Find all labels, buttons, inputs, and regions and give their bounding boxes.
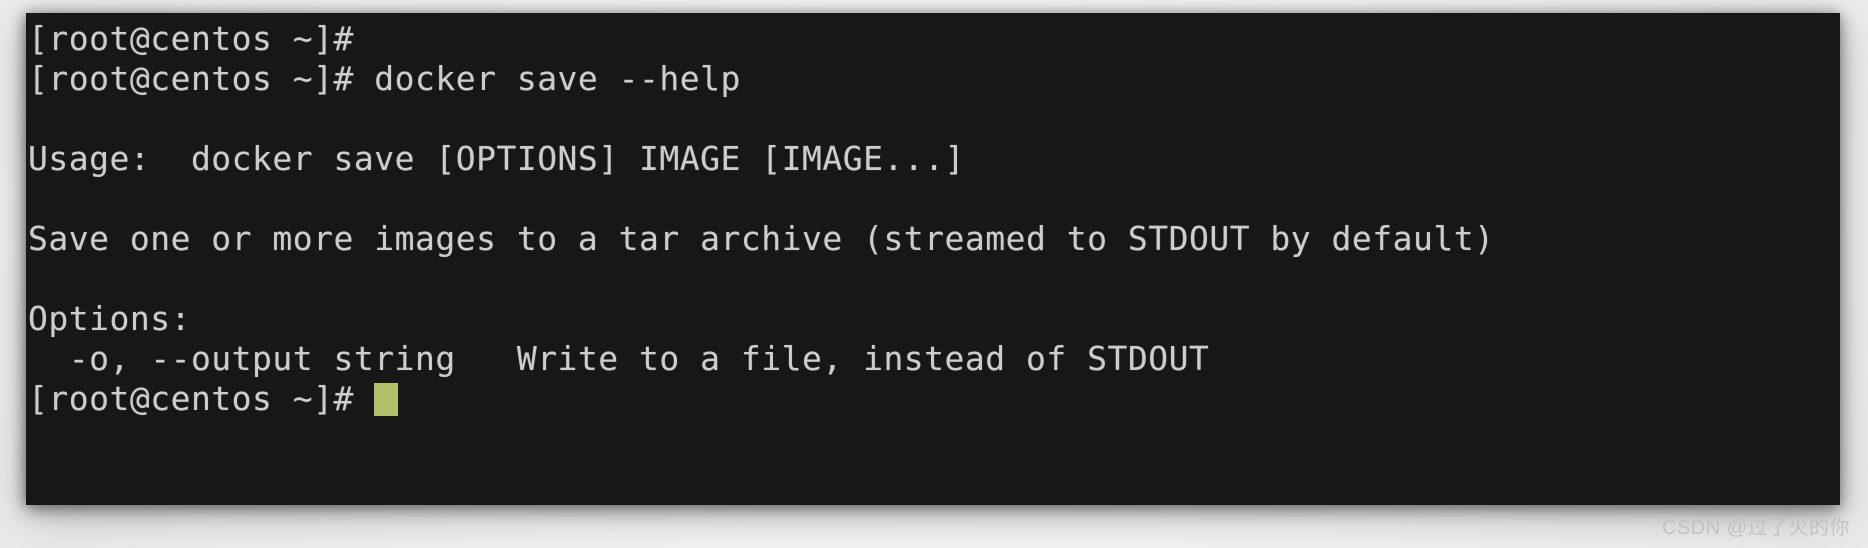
terminal-line: Usage: docker save [OPTIONS] IMAGE [IMAG… (28, 139, 965, 178)
terminal-line: [root@centos ~]# (28, 19, 354, 58)
text-cursor (374, 383, 399, 416)
screenshot-canvas: [root@centos ~]# [root@centos ~]# docker… (0, 0, 1868, 548)
shell-prompt: [root@centos ~]# (28, 379, 375, 418)
terminal-line: Save one or more images to a tar archive… (28, 219, 1495, 258)
terminal-output-area[interactable]: [root@centos ~]# [root@centos ~]# docker… (26, 19, 1840, 505)
terminal-active-prompt-line[interactable]: [root@centos ~]# (26, 379, 1840, 419)
terminal-window[interactable]: [root@centos ~]# [root@centos ~]# docker… (26, 13, 1840, 505)
terminal-line: Options: (28, 299, 191, 338)
watermark-label: CSDN @过了火的你 (1661, 517, 1850, 539)
terminal-line: -o, --output string Write to a file, ins… (28, 339, 1210, 378)
terminal-line: [root@centos ~]# docker save --help (28, 59, 741, 98)
